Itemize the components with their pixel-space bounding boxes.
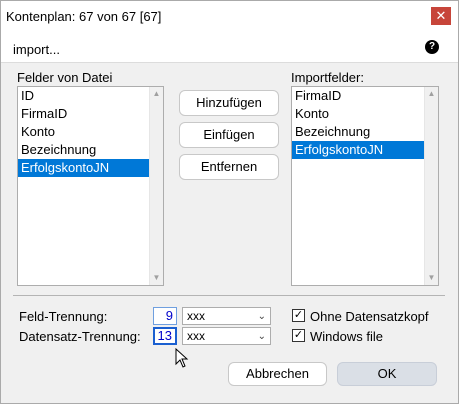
import-fields-scrollbar[interactable]: ▲ ▼ [424,87,438,285]
ok-button[interactable]: OK [337,362,437,386]
mouse-cursor-icon [175,348,189,368]
scroll-down-arrow-icon[interactable]: ▼ [150,271,163,285]
source-fields-list[interactable]: ID FirmaID Konto Bezeichnung ErfolgskontoJN … [17,86,164,286]
window-title: Kontenplan: 67 von 67 [67] [6,9,162,24]
source-field-item[interactable]: Bezeichnung [18,141,149,159]
dialog-window: Kontenplan: 67 von 67 [67] ✕ import... ?… [0,0,459,404]
scroll-up-arrow-icon[interactable]: ▲ [425,87,438,101]
import-field-item[interactable]: Bezeichnung [292,123,424,141]
source-fields-scrollbar[interactable]: ▲ ▼ [149,87,163,285]
source-field-item[interactable]: ErfolgskontoJN [18,159,149,177]
windows-file-checkbox[interactable]: ✓ [292,329,305,342]
add-button[interactable]: Hinzufügen [179,90,279,116]
source-fields-items: ID FirmaID Konto Bezeichnung ErfolgskontoJN [18,87,149,177]
source-field-item[interactable]: ID [18,87,149,105]
import-fields-label: Importfelder: [291,70,364,85]
cancel-button[interactable]: Abbrechen [228,362,327,386]
title-bar: Kontenplan: 67 von 67 [67] ✕ [1,1,458,32]
source-field-item[interactable]: Konto [18,123,149,141]
source-fields-label: Felder von Datei [17,70,113,85]
insert-button[interactable]: Einfügen [179,122,279,148]
divider [13,295,445,296]
record-separator-input[interactable]: 13 [153,327,177,345]
import-fields-items: FirmaID Konto Bezeichnung ErfolgskontoJN [292,87,424,159]
no-header-label: Ohne Datensatzkopf [310,309,429,324]
source-field-item[interactable]: FirmaID [18,105,149,123]
import-field-item[interactable]: FirmaID [292,87,424,105]
import-field-item[interactable]: Konto [292,105,424,123]
field-separator-label: Feld-Trennung: [19,309,108,324]
remove-button[interactable]: Entfernen [179,154,279,180]
import-fields-list[interactable]: FirmaID Konto Bezeichnung ErfolgskontoJN ▲ … [291,86,439,286]
dialog-content: import... ? Felder von Datei ID FirmaID Ko… [1,32,458,403]
no-header-checkbox[interactable]: ✓ [292,309,305,322]
close-icon[interactable]: ✕ [431,7,451,25]
field-separator-combo-value: xxx [187,309,205,323]
import-field-item[interactable]: ErfolgskontoJN [292,141,424,159]
record-separator-combo-value: xxx [187,329,205,343]
header-band: import... ? [1,32,458,63]
windows-file-label: Windows file [310,329,383,344]
import-label: import... [13,42,60,57]
chevron-down-icon[interactable]: ⌄ [258,329,266,345]
scroll-up-arrow-icon[interactable]: ▲ [150,87,163,101]
field-separator-input[interactable]: 9 [153,307,177,325]
record-separator-label: Datensatz-Trennung: [19,329,141,344]
field-separator-combo[interactable]: xxx ⌄ [182,307,271,325]
help-icon[interactable]: ? [425,40,439,54]
chevron-down-icon[interactable]: ⌄ [258,309,266,325]
scroll-down-arrow-icon[interactable]: ▼ [425,271,438,285]
record-separator-combo[interactable]: xxx ⌄ [182,327,271,345]
